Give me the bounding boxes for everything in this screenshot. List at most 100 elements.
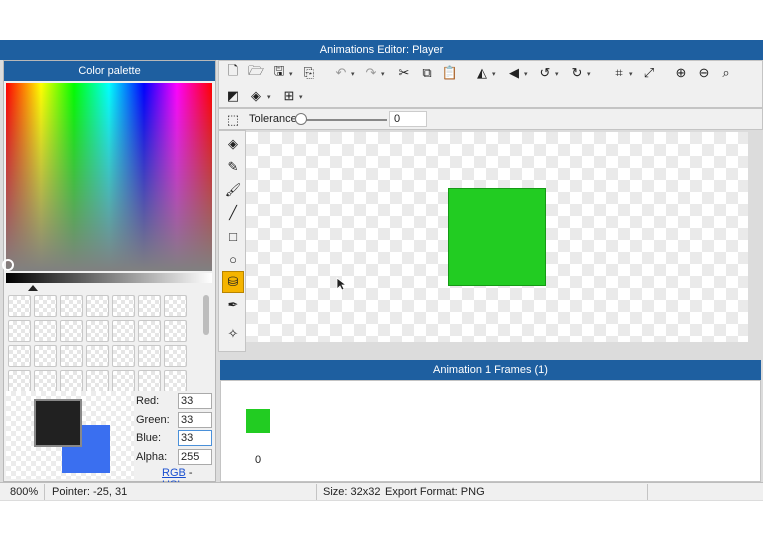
new-file-icon[interactable]: 🗋 <box>223 63 243 83</box>
swatch[interactable] <box>112 345 135 367</box>
tolerance-label: Tolerance <box>249 113 297 125</box>
ellipse-icon[interactable]: ○ <box>222 248 244 270</box>
selection-icon[interactable]: ⬚ <box>223 110 243 130</box>
alpha-input[interactable]: 255 <box>178 449 212 465</box>
redo-icon[interactable]: ↷ <box>361 63 381 83</box>
open-folder-icon[interactable]: 🗁 <box>246 63 266 83</box>
swatch[interactable] <box>8 370 31 391</box>
swatch[interactable] <box>60 370 83 391</box>
flip-vertical-icon[interactable]: ◀ <box>504 63 524 83</box>
swatch[interactable] <box>86 320 109 342</box>
green-row: Green: 33 <box>136 412 214 428</box>
frame-thumbnail[interactable] <box>246 409 270 433</box>
mode-separator: - <box>188 467 193 479</box>
flip-horizontal-dropdown-icon[interactable]: ▾ <box>492 70 496 78</box>
rotate-right-icon[interactable]: ↻ <box>567 63 587 83</box>
grid-icon[interactable]: ⊞ <box>279 86 299 106</box>
swatch[interactable] <box>164 370 187 391</box>
swatch[interactable] <box>164 345 187 367</box>
layers-icon[interactable]: ◈ <box>246 86 266 106</box>
cut-icon[interactable]: ✂ <box>394 63 414 83</box>
resize-icon[interactable]: ⤢ <box>639 63 659 83</box>
blue-input[interactable]: 33 <box>178 430 212 446</box>
undo-dropdown-icon[interactable]: ▾ <box>351 70 355 78</box>
swatch[interactable] <box>112 295 135 317</box>
eraser-icon[interactable]: ◈ <box>222 133 244 155</box>
swatch[interactable] <box>34 370 57 391</box>
zoom-level: 800% <box>10 486 39 498</box>
crop-dropdown-icon[interactable]: ▾ <box>629 70 633 78</box>
swatch[interactable] <box>8 295 31 317</box>
swatch[interactable] <box>86 295 109 317</box>
zoom-in-icon[interactable]: ⊕ <box>671 63 691 83</box>
swatch[interactable] <box>34 320 57 342</box>
rgb-mode-link[interactable]: RGB <box>162 467 186 479</box>
paste-icon[interactable]: 📋 <box>440 63 460 83</box>
swatches-scrollbar[interactable] <box>203 295 209 335</box>
swatch[interactable] <box>164 320 187 342</box>
line-icon[interactable]: ╱ <box>222 202 244 224</box>
mouse-pointer-icon <box>336 277 346 291</box>
swatch[interactable] <box>112 320 135 342</box>
tolerance-slider[interactable] <box>301 119 387 121</box>
rotate-left-dropdown-icon[interactable]: ▾ <box>555 70 559 78</box>
red-input[interactable]: 33 <box>178 393 212 409</box>
grayscale-marker[interactable] <box>28 285 38 291</box>
save-dropdown-icon[interactable]: ▾ <box>289 70 293 78</box>
foreground-color-swatch[interactable] <box>34 399 82 447</box>
swatch[interactable] <box>60 295 83 317</box>
swatch[interactable] <box>138 345 161 367</box>
window-title: Animations Editor: Player <box>0 40 763 60</box>
blue-label: Blue: <box>136 432 162 444</box>
fill-bucket-icon[interactable]: ⛁ <box>222 271 244 293</box>
tolerance-slider-thumb[interactable] <box>295 113 307 125</box>
swatch[interactable] <box>164 295 187 317</box>
zoom-reset-icon[interactable]: ⌕ <box>716 63 736 83</box>
flip-horizontal-icon[interactable]: ◭ <box>472 63 492 83</box>
undo-icon[interactable]: ↶ <box>331 63 351 83</box>
swatch[interactable] <box>34 295 57 317</box>
crop-icon[interactable]: ⌗ <box>609 63 629 83</box>
swatch[interactable] <box>60 320 83 342</box>
swatch[interactable] <box>8 345 31 367</box>
redo-dropdown-icon[interactable]: ▾ <box>381 70 385 78</box>
swatch[interactable] <box>112 370 135 391</box>
spectrum-cursor[interactable] <box>2 259 14 271</box>
rotate-left-icon[interactable]: ↺ <box>535 63 555 83</box>
swatch[interactable] <box>138 320 161 342</box>
export-format: Export Format: PNG <box>385 486 485 498</box>
color-spectrum[interactable] <box>6 83 212 271</box>
save-icon[interactable]: 🖫 <box>269 63 289 83</box>
frames-panel: 0 <box>220 380 761 482</box>
red-row: Red: 33 <box>136 393 214 409</box>
copy-icon[interactable]: ⧉ <box>417 63 437 83</box>
invert-icon[interactable]: ◩ <box>223 86 243 106</box>
grayscale-bar[interactable] <box>6 273 212 283</box>
swatch[interactable] <box>8 320 31 342</box>
swatch[interactable] <box>34 345 57 367</box>
tolerance-input[interactable]: 0 <box>389 111 427 127</box>
frame-number: 0 <box>255 454 262 466</box>
color-picker-icon[interactable]: ✒ <box>222 294 244 316</box>
layers-dropdown-icon[interactable]: ▾ <box>267 93 271 101</box>
pencil-icon[interactable]: ✎ <box>222 156 244 178</box>
wand-icon[interactable]: ✧ <box>222 323 244 345</box>
swatch[interactable] <box>60 345 83 367</box>
brush-icon[interactable]: 🖌 <box>222 179 244 201</box>
rectangle-icon[interactable]: □ <box>222 225 244 247</box>
grid-dropdown-icon[interactable]: ▾ <box>299 93 303 101</box>
green-input[interactable]: 33 <box>178 412 212 428</box>
swatch[interactable] <box>138 295 161 317</box>
green-label: Green: <box>136 414 170 426</box>
pointer-position: Pointer: -25, 31 <box>52 486 128 498</box>
swatch[interactable] <box>138 370 161 391</box>
swatch[interactable] <box>86 370 109 391</box>
export-icon[interactable]: ⎘ <box>299 63 319 83</box>
color-palette-panel: Color palette Red: 33 Green: 33 Blue: 33… <box>2 60 216 491</box>
color-palette-title: Color palette <box>4 61 215 81</box>
flip-vertical-dropdown-icon[interactable]: ▾ <box>524 70 528 78</box>
status-divider <box>647 484 648 500</box>
rotate-right-dropdown-icon[interactable]: ▾ <box>587 70 591 78</box>
zoom-out-icon[interactable]: ⊖ <box>694 63 714 83</box>
swatch[interactable] <box>86 345 109 367</box>
